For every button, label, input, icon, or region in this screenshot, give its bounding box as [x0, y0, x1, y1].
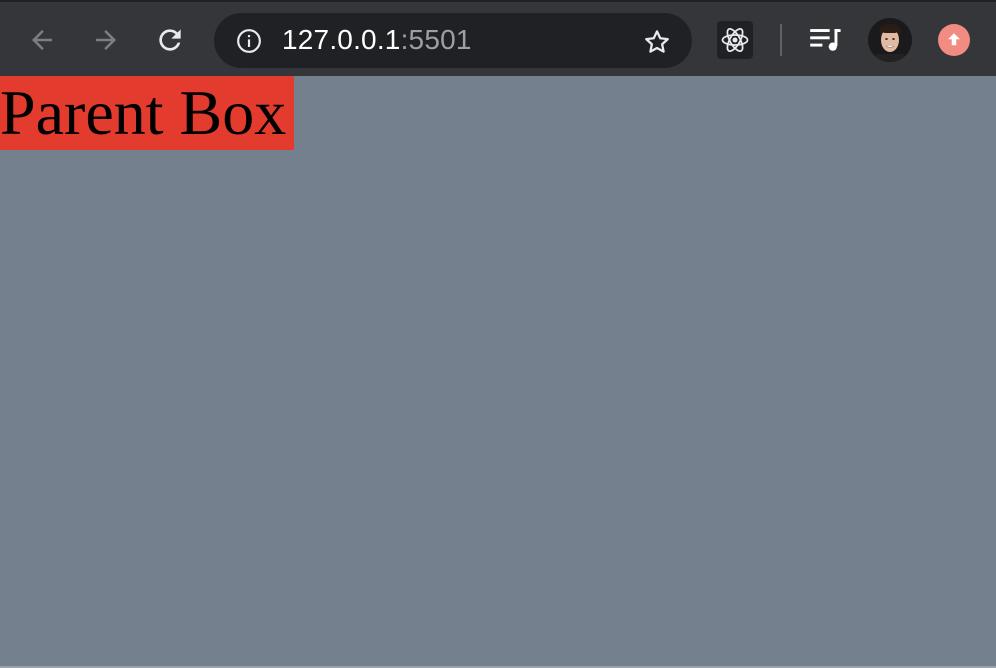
reload-button[interactable]: [152, 22, 188, 58]
forward-button[interactable]: [88, 22, 124, 58]
update-chrome-button[interactable]: [938, 24, 970, 56]
parent-box: Parent Box: [0, 76, 294, 150]
url-port: :5501: [400, 24, 472, 55]
playlist-music-icon: [810, 29, 841, 51]
info-icon[interactable]: [236, 28, 262, 54]
arrow-right-icon: [96, 30, 116, 50]
page-viewport: Parent Box: [0, 76, 996, 668]
toolbar-divider: [780, 24, 782, 56]
url-text[interactable]: 127.0.0.1:5501: [282, 23, 472, 57]
browser-toolbar: 127.0.0.1:5501: [0, 0, 996, 76]
arrow-left-icon: [32, 30, 52, 50]
address-bar[interactable]: 127.0.0.1:5501: [214, 13, 692, 68]
arrow-up-icon: [948, 33, 960, 46]
tab-strip-edge: [140, 2, 640, 5]
react-devtools-extension[interactable]: [717, 21, 753, 59]
reload-icon: [159, 29, 181, 51]
avatar-icon: [868, 18, 912, 62]
profile-avatar[interactable]: [868, 18, 912, 62]
url-host: 127.0.0.1: [282, 24, 401, 55]
back-button[interactable]: [24, 22, 60, 58]
bookmark-star-icon[interactable]: [642, 27, 672, 57]
media-controls-button[interactable]: [806, 22, 846, 58]
react-atom-icon: [721, 28, 749, 52]
